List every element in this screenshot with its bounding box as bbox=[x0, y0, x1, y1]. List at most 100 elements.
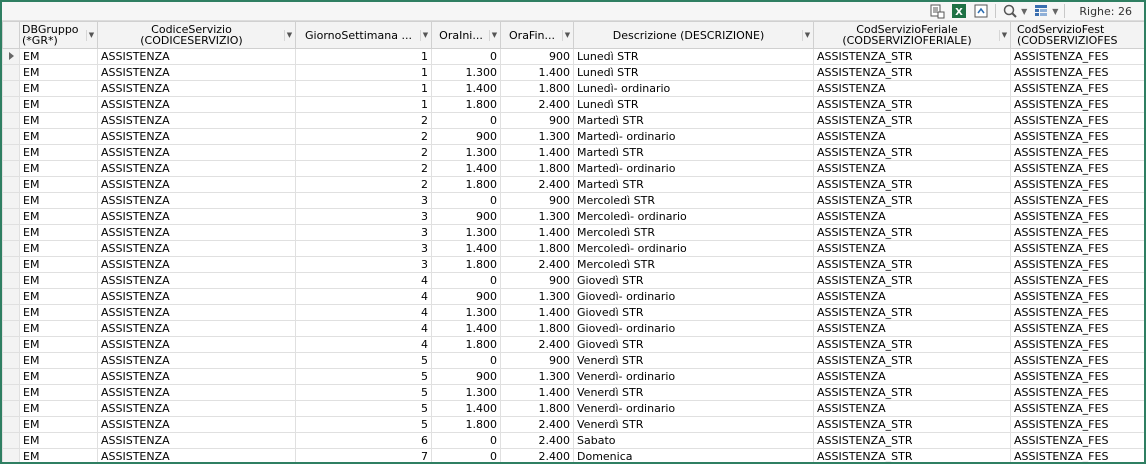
table-cell[interactable]: Giovedì STR bbox=[573, 336, 814, 353]
chevron-down-icon[interactable]: ▼ bbox=[802, 30, 812, 41]
table-cell[interactable]: 1.800 bbox=[431, 176, 501, 193]
table-cell[interactable]: Martedì STR bbox=[573, 112, 814, 129]
table-cell[interactable]: ASSISTENZA bbox=[97, 144, 296, 161]
table-row[interactable]: EM ASSISTENZA 5 900 1.300 Venerdì- ordinario A… bbox=[2, 368, 1144, 385]
table-cell[interactable]: 2.400 bbox=[500, 432, 574, 449]
table-cell[interactable]: 1.300 bbox=[431, 384, 501, 401]
table-cell[interactable]: ASSISTENZA bbox=[813, 400, 1011, 417]
table-row[interactable]: EM ASSISTENZA 5 1.400 1.800 Venerdì- ordinari… bbox=[2, 400, 1144, 417]
table-cell[interactable]: ASSISTENZA bbox=[97, 352, 296, 369]
table-cell[interactable]: 1.400 bbox=[431, 240, 501, 257]
row-selector[interactable] bbox=[2, 240, 20, 257]
table-cell[interactable]: 5 bbox=[295, 352, 432, 369]
table-cell[interactable]: ASSISTENZA_FES bbox=[1010, 336, 1144, 353]
table-cell[interactable]: ASSISTENZA_FES bbox=[1010, 80, 1144, 97]
table-cell[interactable]: 1.300 bbox=[431, 64, 501, 81]
chevron-down-icon[interactable]: ▼ bbox=[562, 30, 572, 41]
table-cell[interactable]: 7 bbox=[295, 448, 432, 462]
table-cell[interactable]: ASSISTENZA bbox=[97, 432, 296, 449]
row-selector[interactable] bbox=[2, 288, 20, 305]
table-cell[interactable]: 1.300 bbox=[431, 304, 501, 321]
table-cell[interactable]: ASSISTENZA_FES bbox=[1010, 352, 1144, 369]
table-cell[interactable]: Venerdì STR bbox=[573, 384, 814, 401]
table-cell[interactable]: Mercoledì STR bbox=[573, 192, 814, 209]
table-cell[interactable]: ASSISTENZA bbox=[97, 176, 296, 193]
table-cell[interactable]: EM bbox=[19, 288, 98, 305]
table-cell[interactable]: EM bbox=[19, 432, 98, 449]
table-cell[interactable]: 1.800 bbox=[431, 256, 501, 273]
row-selector[interactable] bbox=[2, 272, 20, 289]
table-cell[interactable]: 0 bbox=[431, 192, 501, 209]
row-selector[interactable] bbox=[2, 80, 20, 97]
table-row[interactable]: EM ASSISTENZA 4 0 900 Giovedì STR ASSISTENZA_S… bbox=[2, 272, 1144, 289]
chevron-down-icon[interactable]: ▼ bbox=[489, 30, 499, 41]
table-cell[interactable]: 2 bbox=[295, 144, 432, 161]
table-cell[interactable]: ASSISTENZA_STR bbox=[813, 192, 1011, 209]
table-row[interactable]: EM ASSISTENZA 2 0 900 Martedì STR ASSISTENZA_S… bbox=[2, 112, 1144, 129]
table-cell[interactable]: ASSISTENZA bbox=[97, 160, 296, 177]
table-row[interactable]: EM ASSISTENZA 1 1.300 1.400 Lunedì STR ASSISTE… bbox=[2, 64, 1144, 81]
table-cell[interactable]: ASSISTENZA bbox=[97, 336, 296, 353]
table-cell[interactable]: ASSISTENZA_FES bbox=[1010, 384, 1144, 401]
table-cell[interactable]: 5 bbox=[295, 400, 432, 417]
table-cell[interactable]: EM bbox=[19, 192, 98, 209]
table-cell[interactable]: ASSISTENZA_FES bbox=[1010, 96, 1144, 113]
table-cell[interactable]: ASSISTENZA_STR bbox=[813, 336, 1011, 353]
table-cell[interactable]: ASSISTENZA bbox=[97, 416, 296, 433]
row-selector[interactable] bbox=[2, 48, 20, 65]
table-row[interactable]: EM ASSISTENZA 3 1.800 2.400 Mercoledì STR ASSI… bbox=[2, 256, 1144, 273]
table-cell[interactable]: ASSISTENZA_STR bbox=[813, 96, 1011, 113]
table-cell[interactable]: 4 bbox=[295, 336, 432, 353]
table-cell[interactable]: ASSISTENZA bbox=[813, 240, 1011, 257]
column-header-orafine[interactable]: OraFin... ▼ bbox=[500, 21, 574, 49]
table-cell[interactable]: 1.400 bbox=[431, 80, 501, 97]
table-cell[interactable]: EM bbox=[19, 352, 98, 369]
chevron-down-icon[interactable]: ▼ bbox=[284, 30, 294, 41]
chevron-down-icon[interactable]: ▼ bbox=[1021, 7, 1027, 16]
table-cell[interactable]: EM bbox=[19, 48, 98, 65]
table-cell[interactable]: Martedì STR bbox=[573, 144, 814, 161]
table-cell[interactable]: EM bbox=[19, 400, 98, 417]
table-cell[interactable]: EM bbox=[19, 448, 98, 462]
table-cell[interactable]: ASSISTENZA_STR bbox=[813, 112, 1011, 129]
table-row[interactable]: EM ASSISTENZA 2 1.300 1.400 Martedì STR ASSIST… bbox=[2, 144, 1144, 161]
table-cell[interactable]: 2.400 bbox=[500, 256, 574, 273]
table-cell[interactable]: 900 bbox=[500, 112, 574, 129]
table-row[interactable]: EM ASSISTENZA 3 900 1.300 Mercoledì- ordinari… bbox=[2, 208, 1144, 225]
table-cell[interactable]: 4 bbox=[295, 272, 432, 289]
row-selector[interactable] bbox=[2, 96, 20, 113]
table-cell[interactable]: Venerdì STR bbox=[573, 352, 814, 369]
table-cell[interactable]: ASSISTENZA_FES bbox=[1010, 64, 1144, 81]
table-cell[interactable]: 900 bbox=[431, 368, 501, 385]
table-cell[interactable]: ASSISTENZA bbox=[813, 368, 1011, 385]
table-cell[interactable]: EM bbox=[19, 112, 98, 129]
table-cell[interactable]: 2 bbox=[295, 160, 432, 177]
row-selector[interactable] bbox=[2, 160, 20, 177]
table-cell[interactable]: Martedì STR bbox=[573, 176, 814, 193]
table-cell[interactable]: Lunedì STR bbox=[573, 48, 814, 65]
table-cell[interactable]: ASSISTENZA_STR bbox=[813, 48, 1011, 65]
table-cell[interactable]: ASSISTENZA bbox=[97, 224, 296, 241]
filter-icon[interactable] bbox=[1033, 3, 1049, 19]
table-cell[interactable]: 3 bbox=[295, 224, 432, 241]
table-cell[interactable]: ASSISTENZA_FES bbox=[1010, 160, 1144, 177]
table-cell[interactable]: ASSISTENZA bbox=[97, 48, 296, 65]
table-cell[interactable]: 1.400 bbox=[431, 160, 501, 177]
table-cell[interactable]: ASSISTENZA_FES bbox=[1010, 288, 1144, 305]
table-row[interactable]: EM ASSISTENZA 5 1.300 1.400 Venerdì STR ASSIST… bbox=[2, 384, 1144, 401]
table-cell[interactable]: ASSISTENZA bbox=[97, 128, 296, 145]
table-cell[interactable]: 0 bbox=[431, 112, 501, 129]
table-cell[interactable]: ASSISTENZA bbox=[813, 288, 1011, 305]
table-cell[interactable]: ASSISTENZA_FES bbox=[1010, 448, 1144, 462]
row-selector[interactable] bbox=[2, 336, 20, 353]
table-cell[interactable]: EM bbox=[19, 416, 98, 433]
table-cell[interactable]: EM bbox=[19, 64, 98, 81]
table-cell[interactable]: Domenica bbox=[573, 448, 814, 462]
table-cell[interactable]: ASSISTENZA_STR bbox=[813, 384, 1011, 401]
table-cell[interactable]: 1.300 bbox=[500, 288, 574, 305]
column-header-codserviziofestivo[interactable]: CodServizioFest (CODSERVIZIOFES bbox=[1010, 21, 1144, 49]
table-cell[interactable]: 1.800 bbox=[500, 160, 574, 177]
table-cell[interactable]: 900 bbox=[431, 208, 501, 225]
table-row[interactable]: EM ASSISTENZA 5 0 900 Venerdì STR ASSISTENZA_S… bbox=[2, 352, 1144, 369]
row-selector[interactable] bbox=[2, 208, 20, 225]
